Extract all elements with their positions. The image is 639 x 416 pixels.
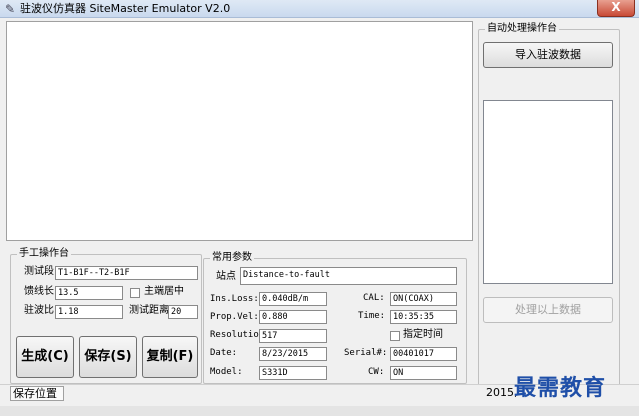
generate-button[interactable]: 生成(C)	[16, 336, 74, 378]
prop-vel-input[interactable]: 0.880	[259, 310, 327, 324]
resolution-input[interactable]: 517	[259, 329, 327, 343]
window-title: 驻波仪仿真器 SiteMaster Emulator V2.0	[20, 2, 231, 15]
title-bar: ✎ 驻波仪仿真器 SiteMaster Emulator V2.0 X	[0, 0, 639, 18]
manual-group-title: 手工操作台	[17, 248, 71, 260]
ins-loss-input[interactable]: 0.040dB/m	[259, 292, 327, 306]
specify-time-checkbox[interactable]	[390, 331, 400, 341]
cw-label: CW:	[368, 367, 385, 377]
serial-input[interactable]: 00401017	[390, 347, 457, 361]
time-input[interactable]: 10:35:35	[390, 310, 457, 324]
app-icon: ✎	[4, 2, 16, 16]
cal-label: CAL:	[363, 293, 385, 303]
date-label: Date:	[210, 348, 238, 358]
auto-group-title: 自动处理操作台	[485, 23, 559, 35]
site-label: 站点	[216, 271, 236, 282]
model-label: Model:	[210, 367, 243, 377]
close-button[interactable]: X	[597, 0, 635, 17]
site-input[interactable]: Distance-to-fault	[240, 267, 457, 285]
bottom-strip	[0, 406, 639, 416]
display-area	[6, 21, 473, 241]
vswr-input[interactable]: 1.18	[55, 305, 123, 319]
process-data-button[interactable]: 处理以上数据	[483, 297, 613, 323]
main-shaft-checkbox[interactable]	[130, 288, 140, 298]
segment-input[interactable]: T1-B1F--T2-B1F	[55, 266, 198, 280]
date-input[interactable]: 8/23/2015	[259, 347, 327, 361]
data-listbox[interactable]	[483, 100, 613, 284]
cal-input[interactable]: ON(COAX)	[390, 292, 457, 306]
specify-time-label: 指定时间	[403, 329, 443, 340]
main-shaft-label: 主端居中	[144, 286, 184, 297]
segment-label: 测试段	[24, 266, 54, 277]
status-date: 2015,	[486, 386, 518, 399]
save-location-field: 保存位置	[10, 386, 64, 401]
prop-vel-label: Prop.Vel:	[210, 312, 259, 322]
common-group-title: 常用参数	[210, 252, 254, 264]
import-vswr-data-button[interactable]: 导入驻波数据	[483, 42, 613, 68]
cw-input[interactable]: ON	[390, 366, 457, 380]
test-distance-label: 测试距离	[129, 305, 169, 316]
watermark-logo: 最需教育	[514, 375, 607, 401]
model-input[interactable]: S331D	[259, 366, 327, 380]
time-label: Time:	[358, 311, 386, 321]
cable-length-input[interactable]: 13.5	[55, 286, 123, 300]
serial-label: Serial#:	[344, 348, 388, 358]
copy-button[interactable]: 复制(F)	[142, 336, 198, 378]
save-button[interactable]: 保存(S)	[79, 336, 137, 378]
cable-length-label: 馈线长	[24, 286, 54, 297]
test-distance-input[interactable]: 20	[168, 305, 198, 319]
ins-loss-label: Ins.Loss:	[210, 294, 259, 304]
vswr-label: 驻波比	[24, 305, 54, 316]
